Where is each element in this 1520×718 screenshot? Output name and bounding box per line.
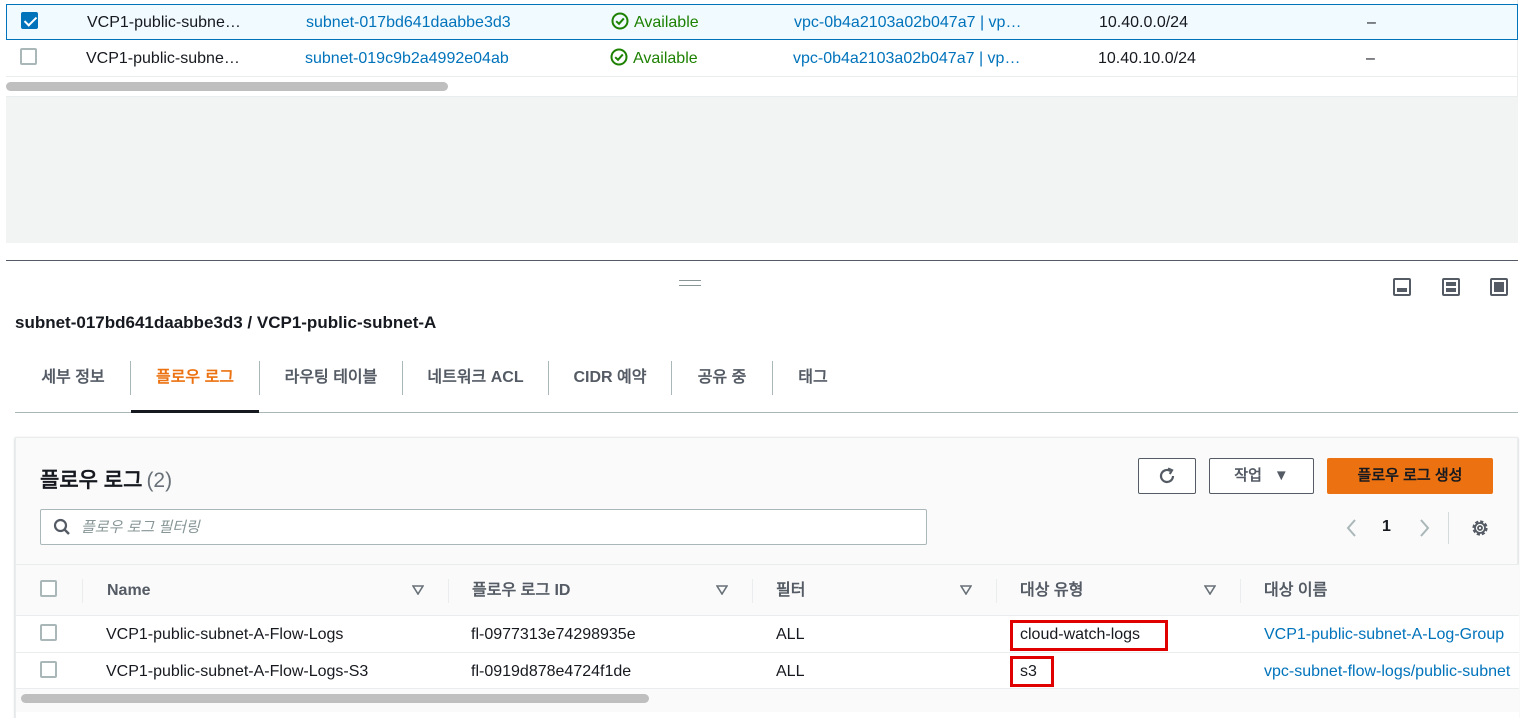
subnet-state-label: Available — [633, 50, 698, 67]
table-row[interactable]: VCP1-public-subnet-A-Flow-Logs-S3 fl-091… — [16, 653, 1519, 690]
subnet-extra: – — [1366, 50, 1375, 67]
tab-flow-logs[interactable]: 플로우 로그 — [131, 355, 259, 413]
panel-title: subnet-017bd641daabbe3d3 / VCP1-public-s… — [15, 313, 437, 332]
tab-sharing[interactable]: 공유 중 — [672, 355, 772, 413]
resize-handle-icon[interactable] — [679, 280, 701, 286]
select-all-checkbox[interactable] — [40, 565, 57, 617]
subnet-state-label: Available — [634, 14, 699, 31]
column-header-filter[interactable]: 필터 — [776, 565, 805, 617]
subnet-name: VCP1-public-subne… — [87, 14, 241, 31]
subnet-state: Available — [610, 41, 698, 77]
column-header-flow-log-id[interactable]: 플로우 로그 ID — [472, 565, 571, 617]
flow-logs-count: (2) — [146, 469, 173, 492]
page-number[interactable]: 1 — [1382, 518, 1391, 536]
table-header: Name 플로우 로그 ID 필터 대상 유형 대상 이름 — [16, 564, 1519, 616]
horizontal-scrollbar[interactable] — [21, 694, 649, 703]
subnet-id-link[interactable]: subnet-017bd641daabbe3d3 — [306, 5, 511, 41]
row-checkbox[interactable] — [21, 5, 38, 41]
destination-name-link[interactable]: vpc-subnet-flow-logs/public-subnet — [1264, 653, 1510, 690]
row-checkbox[interactable] — [40, 653, 57, 690]
flow-log-id: fl-0977313e74298935e — [471, 626, 636, 643]
table-empty-area — [6, 96, 1518, 243]
refresh-button[interactable] — [1138, 458, 1196, 494]
flow-logs-table: Name 플로우 로그 ID 필터 대상 유형 대상 이름 VCP1-publi… — [16, 564, 1519, 718]
sort-icon[interactable] — [716, 585, 728, 595]
sort-icon[interactable] — [1204, 585, 1216, 595]
sort-icon[interactable] — [960, 585, 972, 595]
flow-log-filter: ALL — [776, 663, 805, 680]
subnet-cidr: 10.40.0.0/24 — [1099, 14, 1188, 31]
check-circle-icon — [611, 12, 629, 30]
subnet-state: Available — [611, 5, 699, 41]
tab-tags[interactable]: 태그 — [773, 355, 853, 413]
actions-dropdown-button[interactable]: 작업 ▼ — [1209, 458, 1314, 494]
flow-logs-heading: 플로우 로그 (2) — [40, 464, 172, 494]
panel-side-icon[interactable] — [1442, 278, 1460, 296]
create-flow-log-button[interactable]: 플로우 로그 생성 — [1327, 458, 1493, 494]
flow-log-name: VCP1-public-subnet-A-Flow-Logs-S3 — [106, 663, 369, 680]
panel-maximize-icon[interactable] — [1490, 278, 1508, 296]
chevron-right-icon[interactable] — [1414, 514, 1434, 542]
highlight-box — [1010, 620, 1168, 651]
subnet-extra: – — [1367, 14, 1376, 31]
column-header-name[interactable]: Name — [107, 565, 151, 617]
gear-icon[interactable] — [1470, 518, 1490, 538]
horizontal-scrollbar[interactable] — [6, 82, 448, 91]
tab-details[interactable]: 세부 정보 — [21, 355, 125, 413]
subnet-id-link[interactable]: subnet-019c9b2a4992e04ab — [305, 41, 509, 77]
chevron-left-icon[interactable] — [1342, 514, 1362, 542]
flow-log-filter: ALL — [776, 626, 805, 643]
subnet-cidr: 10.40.10.0/24 — [1098, 50, 1196, 67]
search-icon — [53, 518, 70, 535]
search-input[interactable] — [81, 510, 901, 544]
row-checkbox[interactable] — [20, 41, 37, 77]
actions-label: 작업 — [1234, 467, 1262, 484]
caret-down-icon: ▼ — [1273, 467, 1289, 484]
subnet-name: VCP1-public-subne… — [86, 50, 240, 67]
vpc-link[interactable]: vpc-0b4a2103a02b047a7 | vp… — [793, 41, 1020, 77]
column-header-destination-type[interactable]: 대상 유형 — [1020, 565, 1083, 617]
sort-icon[interactable] — [412, 585, 424, 595]
check-circle-icon — [610, 48, 628, 66]
tab-network-acl[interactable]: 네트워크 ACL — [403, 355, 548, 413]
table-row[interactable]: VCP1-public-subnet-A-Flow-Logs fl-097731… — [16, 616, 1519, 653]
panel-bottom-icon[interactable] — [1393, 278, 1411, 296]
tab-cidr-reservations[interactable]: CIDR 예약 — [549, 355, 671, 413]
flow-logs-container: 플로우 로그(2) 작업 ▼ 플로우 로그 생성 1 Name 플로우 로그 ID… — [15, 437, 1519, 718]
flow-log-id: fl-0919d878e4724f1de — [471, 663, 632, 680]
pagination: 1 — [1336, 514, 1446, 542]
column-header-destination-name[interactable]: 대상 이름 — [1264, 565, 1327, 617]
row-checkbox[interactable] — [40, 616, 57, 653]
destination-name-link[interactable]: VCP1-public-subnet-A-Log-Group — [1264, 616, 1504, 653]
subnet-row[interactable]: VCP1-public-subne… subnet-017bd641daabbe… — [6, 4, 1518, 40]
refresh-icon — [1159, 467, 1175, 484]
flow-log-name: VCP1-public-subnet-A-Flow-Logs — [106, 626, 344, 643]
vpc-link[interactable]: vpc-0b4a2103a02b047a7 | vp… — [794, 5, 1021, 41]
tab-route-table[interactable]: 라우팅 테이블 — [260, 355, 402, 413]
detail-tabs: 세부 정보 플로우 로그 라우팅 테이블 네트워크 ACL CIDR 예약 공유… — [15, 355, 1518, 413]
flow-log-search[interactable] — [40, 509, 927, 545]
highlight-box — [1010, 656, 1054, 687]
subnet-row[interactable]: VCP1-public-subne… subnet-019c9b2a4992e0… — [6, 41, 1518, 77]
flow-logs-title: 플로우 로그 — [40, 469, 143, 492]
split-panel-divider — [6, 260, 1518, 261]
